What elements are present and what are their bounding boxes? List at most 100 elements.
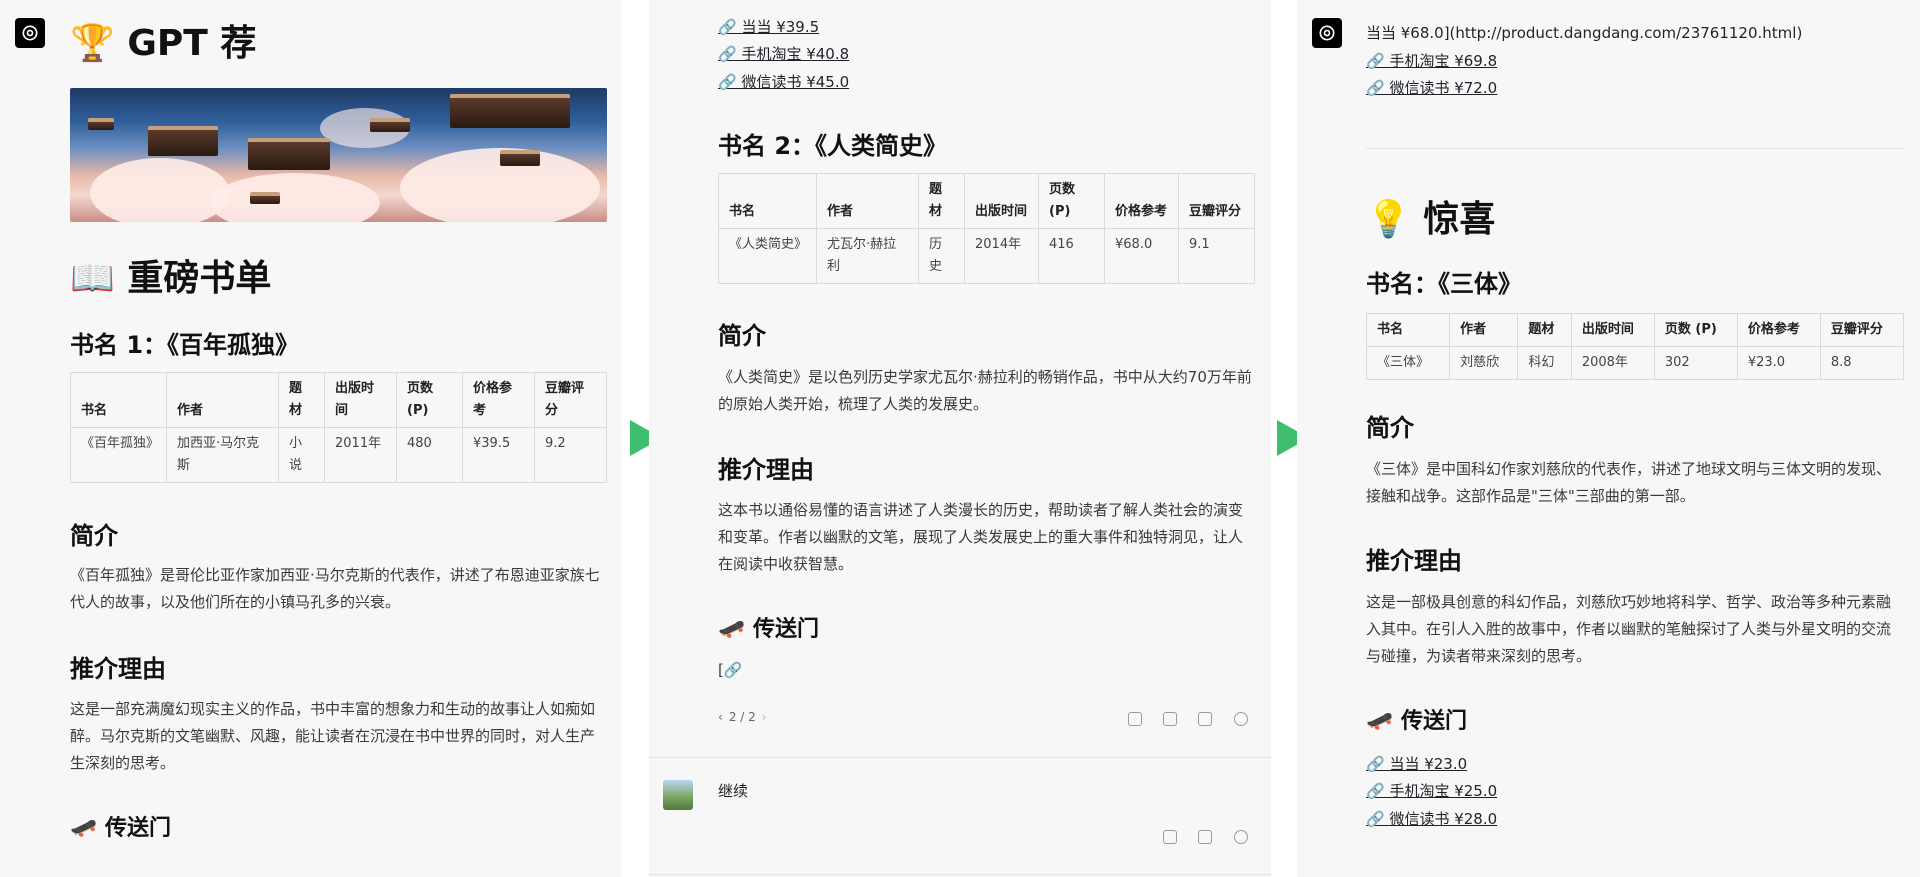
table-row: 《三体》 刘慈欣 科幻 2008年 302 ¥23.0 8.8 [1365, 346, 1905, 380]
copy-icon[interactable] [1198, 830, 1212, 844]
book-title: 书名 2：《人类简史》 [718, 132, 948, 160]
table-cell: ¥68.0 [1104, 228, 1179, 284]
speaker-icon[interactable] [1234, 830, 1248, 844]
link-taobao[interactable]: 🔗 手机淘宝 ¥25.0 [1366, 780, 1497, 801]
column-header: 出版时间 [324, 372, 397, 428]
table-row: 《百年孤独》 加西亚·马尔克斯 小说 2011年 480 ¥39.5 9.2 [70, 427, 607, 483]
user-message: 继续 [718, 782, 749, 800]
table-cell: 416 [1038, 228, 1105, 284]
table-cell: ¥23.0 [1736, 346, 1821, 380]
thumbs-up-icon[interactable] [1128, 712, 1142, 726]
column-header: 出版时间 [1570, 313, 1655, 347]
table-cell: 2014年 [964, 228, 1039, 284]
column-header: 价格参考 [1104, 173, 1179, 229]
panel-2: 🔗 当当 ¥39.5 🔗 手机淘宝 ¥40.8 🔗 微信读书 ¥45.0 书名 … [649, 0, 1271, 877]
table-header-row: 书名 作者 题材 出版时间 页数 (P) 价格参考 豆瓣评分 [718, 173, 1255, 229]
link-taobao[interactable]: 🔗 手机淘宝 ¥40.8 [718, 43, 849, 64]
chatgpt-logo-icon [1312, 18, 1342, 48]
column-header: 价格参考 [462, 372, 535, 428]
panel-1: 🏆 GPT 荐 📖 重磅书单 书名 1：《百年孤独》 书名 作者 题材 出版时间… [0, 0, 622, 877]
column-header: 书名 [718, 173, 817, 229]
table-cell: 9.1 [1178, 228, 1255, 284]
book-table: 书名 作者 题材 出版时间 页数 (P) 价格参考 豆瓣评分 《人类简史》 尤瓦… [718, 173, 1255, 284]
chatgpt-logo-icon [15, 18, 45, 48]
column-header: 出版时间 [964, 173, 1039, 229]
intro-text: 《百年孤独》是哥伦比亚作家加西亚·马尔克斯的代表作，讲述了布恩迪亚家族七代人的故… [70, 566, 600, 611]
book-table: 书名 作者 题材 出版时间 页数 (P) 价格参考 豆瓣评分 《百年孤独》 加西… [70, 372, 607, 483]
column-header: 题材 [278, 372, 325, 428]
book-title: 书名：《三体》 [1366, 270, 1522, 298]
intro-text: 《人类简史》是以色列历史学家尤瓦尔·赫拉利的畅销作品，书中从大约70万年前的原始… [718, 368, 1252, 413]
chevron-right-icon[interactable]: › [762, 710, 767, 724]
column-header: 书名 [70, 372, 167, 428]
table-cell: 《百年孤独》 [70, 427, 167, 483]
speaker-icon[interactable] [1234, 712, 1248, 726]
link-weread[interactable]: 🔗 微信读书 ¥45.0 [718, 71, 849, 92]
column-header: 页数 (P) [1653, 313, 1738, 347]
column-header: 作者 [1449, 313, 1519, 347]
column-header: 豆瓣评分 [1819, 313, 1905, 347]
table-cell: 8.8 [1819, 346, 1905, 380]
reason-heading: 推介理由 [1366, 547, 1462, 575]
book-table: 书名 作者 题材 出版时间 页数 (P) 价格参考 豆瓣评分 《三体》 刘慈欣 … [1365, 313, 1905, 380]
table-row: 《人类简史》 尤瓦尔·赫拉利 历史 2014年 416 ¥68.0 9.1 [718, 228, 1255, 284]
reason-text: 这本书以通俗易懂的语言讲述了人类漫长的历史，帮助读者了解人类社会的演变和变革。作… [718, 501, 1244, 573]
table-cell: 《三体》 [1365, 346, 1451, 380]
column-header: 书名 [1365, 313, 1451, 347]
reason-text: 这是一部充满魔幻现实主义的作品，书中丰富的想象力和生动的故事让人如痴如醉。马尔克… [70, 700, 596, 772]
table-cell: 2008年 [1570, 346, 1655, 380]
table-cell: 刘慈欣 [1449, 346, 1519, 380]
column-header: 作者 [816, 173, 919, 229]
divider [649, 757, 1271, 758]
divider [649, 874, 1271, 875]
table-cell: 小说 [278, 427, 325, 483]
surprise-heading: 💡 惊喜 [1366, 199, 1496, 240]
table-cell: 2011年 [324, 427, 397, 483]
link-weread[interactable]: 🔗 微信读书 ¥72.0 [1366, 77, 1497, 98]
reason-heading: 推介理由 [70, 655, 166, 683]
intro-heading: 简介 [718, 322, 766, 350]
table-cell: 科幻 [1517, 346, 1572, 380]
reason-heading: 推介理由 [718, 456, 814, 484]
response-pager[interactable]: ‹ 2 / 2 › [718, 710, 767, 724]
table-cell: 尤瓦尔·赫拉利 [816, 228, 919, 284]
markdown-link-line[interactable]: 当当 ¥68.0](http://product.dangdang.com/23… [1366, 22, 1802, 43]
page-title: 🏆 GPT 荐 [70, 23, 257, 64]
link-dangdang[interactable]: 🔗 当当 ¥39.5 [718, 16, 819, 37]
copy-icon[interactable] [1198, 712, 1212, 726]
table-cell: 《人类简史》 [718, 228, 817, 284]
table-cell: 302 [1653, 346, 1738, 380]
link-dangdang[interactable]: 🔗 当当 ¥23.0 [1366, 753, 1467, 774]
column-header: 豆瓣评分 [1178, 173, 1255, 229]
column-header: 页数 (P) [1038, 173, 1105, 229]
link-weread[interactable]: 🔗 微信读书 ¥28.0 [1366, 808, 1497, 829]
table-cell: 加西亚·马尔克斯 [166, 427, 279, 483]
intro-text: 《三体》是中国科幻作家刘慈欣的代表作，讲述了地球文明与三体文明的发现、接触和战争… [1366, 460, 1892, 505]
table-header-row: 书名 作者 题材 出版时间 页数 (P) 价格参考 豆瓣评分 [1365, 313, 1905, 347]
banner-image [70, 88, 607, 222]
book-list-heading: 📖 重磅书单 [70, 258, 272, 299]
column-header: 题材 [918, 173, 965, 229]
portal-partial-text: [🔗 [718, 661, 743, 679]
column-header: 豆瓣评分 [534, 372, 607, 428]
column-header: 题材 [1517, 313, 1572, 347]
table-cell: 9.2 [534, 427, 607, 483]
column-header: 价格参考 [1736, 313, 1821, 347]
portal-heading: 🛹 传送门 [70, 816, 172, 841]
link-taobao[interactable]: 🔗 手机淘宝 ¥69.8 [1366, 50, 1497, 71]
column-header: 页数 (P) [396, 372, 463, 428]
reason-text: 这是一部极具创意的科幻作品，刘慈欣巧妙地将科学、哲学、政治等多种元素融入其中。在… [1366, 593, 1892, 665]
column-header: 作者 [166, 372, 279, 428]
intro-heading: 简介 [1366, 414, 1414, 442]
book-title: 书名 1：《百年孤独》 [70, 331, 300, 359]
portal-heading: 🛹 传送门 [718, 617, 820, 642]
chevron-left-icon[interactable]: ‹ [718, 710, 723, 724]
edit-icon[interactable] [1163, 830, 1177, 844]
divider [1366, 148, 1904, 149]
table-header-row: 书名 作者 题材 出版时间 页数 (P) 价格参考 豆瓣评分 [70, 372, 607, 428]
intro-heading: 简介 [70, 522, 118, 550]
pager-label: 2 / 2 [728, 710, 756, 724]
thumbs-down-icon[interactable] [1163, 712, 1177, 726]
table-cell: 历史 [918, 228, 965, 284]
table-cell: 480 [396, 427, 463, 483]
